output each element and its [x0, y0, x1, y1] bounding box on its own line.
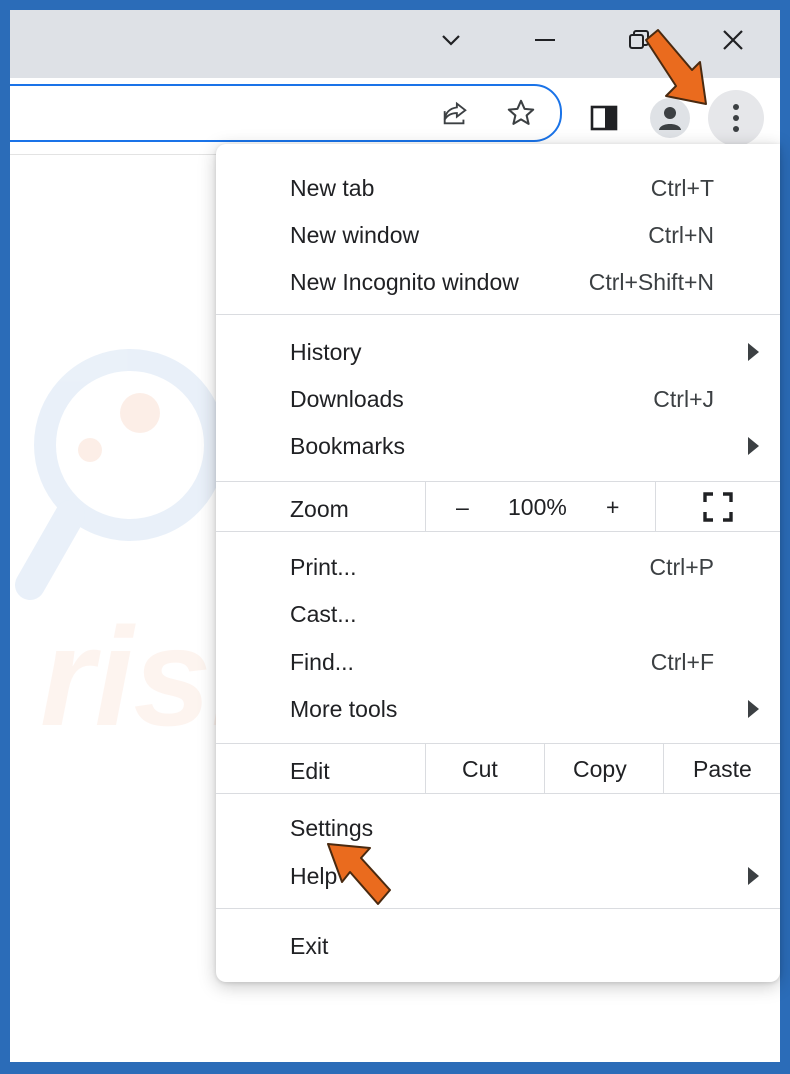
cut-button[interactable]: Cut [462, 756, 498, 783]
zoom-label: Zoom [290, 496, 349, 522]
annotation-arrow-settings [327, 843, 391, 905]
submenu-arrow-icon [748, 867, 759, 885]
minimize-icon [535, 39, 555, 41]
submenu-arrow-icon [748, 343, 759, 361]
copy-button[interactable]: Copy [573, 756, 627, 783]
edit-divider [425, 743, 426, 793]
star-icon [507, 99, 535, 125]
menu-item-new-tab[interactable]: New tab Ctrl+T [216, 164, 780, 211]
edit-divider [544, 743, 545, 793]
menu-item-label: Exit [290, 933, 329, 959]
menu-item-new-incognito[interactable]: New Incognito window Ctrl+Shift+N [216, 258, 780, 305]
customize-menu-button[interactable] [708, 90, 764, 146]
menu-item-label: Bookmarks [290, 433, 406, 459]
menu-item-exit[interactable]: Exit [216, 922, 780, 969]
menu-item-label: History [290, 339, 362, 365]
three-dots-vertical-icon [733, 104, 739, 132]
menu-item-help[interactable]: Help [216, 852, 780, 899]
address-bar[interactable] [10, 84, 562, 142]
menu-item-label: Print... [290, 554, 357, 580]
bookmark-star-button[interactable] [506, 98, 536, 128]
menu-divider [216, 314, 780, 315]
zoom-divider [655, 481, 656, 531]
side-panel-button[interactable] [576, 90, 632, 146]
minimize-button[interactable] [522, 18, 568, 62]
menu-item-more-tools[interactable]: More tools [216, 685, 780, 732]
zoom-out-button[interactable]: – [456, 494, 469, 521]
close-icon [723, 30, 743, 50]
menu-item-history[interactable]: History [216, 328, 780, 375]
menu-item-label: More tools [290, 696, 398, 722]
annotation-arrow-menu [645, 29, 707, 105]
submenu-arrow-icon [748, 700, 759, 718]
chrome-menu: New tab Ctrl+T New window Ctrl+N New Inc… [216, 144, 780, 982]
menu-item-label: New window [290, 222, 420, 248]
edit-label: Edit [290, 758, 330, 784]
menu-divider [216, 793, 780, 794]
menu-item-find[interactable]: Find... Ctrl+F [216, 638, 780, 685]
shortcut-label: Ctrl+Shift+N [588, 269, 714, 295]
paste-button[interactable]: Paste [693, 756, 752, 783]
shortcut-label: Ctrl+J [653, 386, 714, 412]
shortcut-label: Ctrl+F [650, 649, 714, 675]
shortcut-label: Ctrl+N [648, 222, 714, 248]
zoom-divider [425, 481, 426, 531]
menu-divider [216, 743, 780, 744]
menu-item-label: Downloads [290, 386, 404, 412]
menu-item-label: Find... [290, 649, 354, 675]
zoom-level: 100% [508, 494, 567, 520]
zoom-in-button[interactable]: + [606, 494, 619, 521]
menu-item-bookmarks[interactable]: Bookmarks [216, 422, 780, 469]
shortcut-label: Ctrl+P [649, 554, 714, 580]
side-panel-icon [590, 105, 618, 131]
menu-item-settings[interactable]: Settings [216, 804, 780, 851]
menu-item-cast[interactable]: Cast... [216, 590, 780, 637]
share-icon [443, 101, 467, 125]
menu-item-print[interactable]: Print... Ctrl+P [216, 543, 780, 590]
menu-item-downloads[interactable]: Downloads Ctrl+J [216, 375, 780, 422]
close-button[interactable] [710, 18, 756, 62]
submenu-arrow-icon [748, 437, 759, 455]
shortcut-label: Ctrl+T [650, 175, 714, 201]
tab-search-button[interactable] [428, 18, 474, 62]
menu-item-new-window[interactable]: New window Ctrl+N [216, 211, 780, 258]
edit-divider [663, 743, 664, 793]
menu-item-label: New Incognito window [290, 269, 519, 295]
menu-item-label: New tab [290, 175, 375, 201]
menu-divider [216, 481, 780, 482]
fullscreen-icon[interactable] [702, 491, 734, 523]
chevron-down-icon [442, 35, 460, 46]
menu-item-label: Cast... [290, 601, 357, 627]
menu-divider [216, 908, 780, 909]
share-button[interactable] [440, 98, 470, 128]
menu-divider [216, 531, 780, 532]
